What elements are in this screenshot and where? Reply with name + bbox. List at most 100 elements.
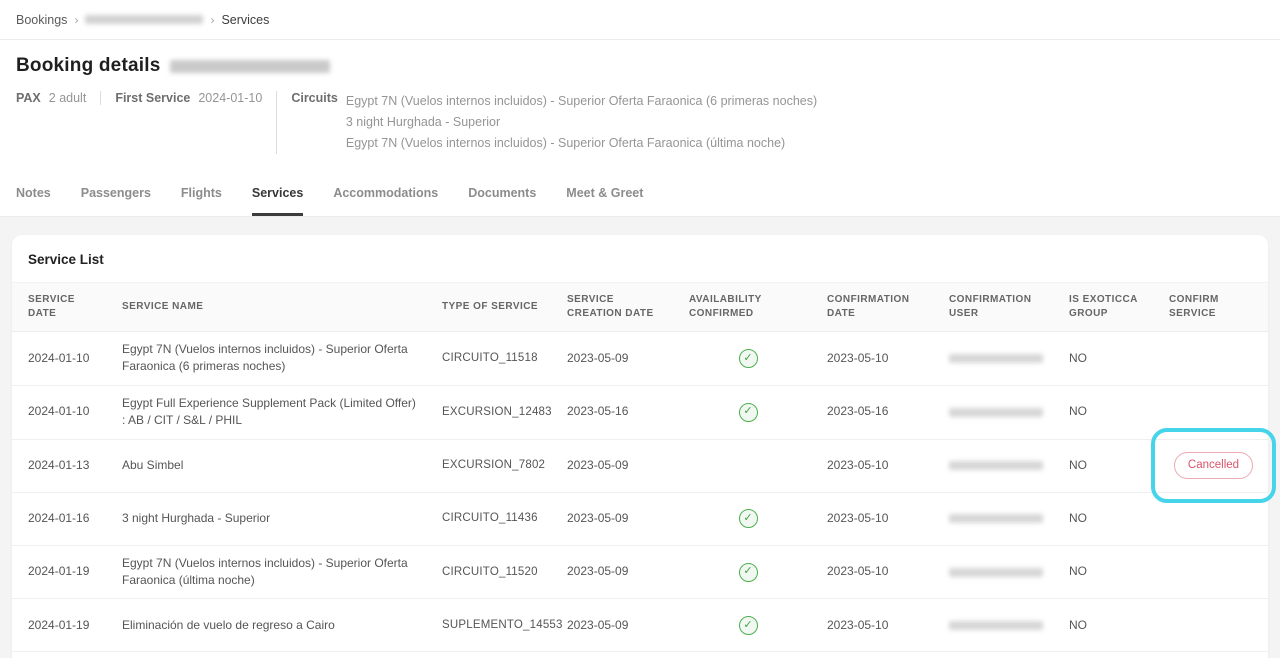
cell-type-of-service: CIRCUITO_11518 [432,332,557,386]
col-header-service-date: SERVICE DATE [12,283,112,332]
circuit-lines: Egypt 7N (Vuelos internos incluidos) - S… [346,91,817,154]
cell-confirmation-date: 2023-05-10 [817,599,939,652]
cell-type-of-service: CIRCUITO_11436 [432,492,557,545]
breadcrumb-booking-ref-redacted[interactable] [85,15,203,24]
cell-service-name: Abu Simbel [112,439,432,492]
cell-confirm-service [1159,492,1268,545]
table-header-row: SERVICE DATE SERVICE NAME TYPE OF SERVIC… [12,283,1268,332]
pax-value: 2 adult [49,91,87,105]
breadcrumb-services: Services [221,13,269,27]
tab-passengers[interactable]: Passengers [81,186,151,216]
service-row: 2024-01-16 3 night Hurghada - Superior C… [12,492,1268,545]
cell-availability-confirmed [679,439,817,492]
breadcrumb-separator-icon: › [74,13,78,27]
tab-accommodations[interactable]: Accommodations [333,186,438,216]
check-circle-icon [739,349,758,368]
check-circle-icon [739,616,758,635]
cell-service-creation-date: 2023-05-09 [557,439,679,492]
cell-service-creation-date: 2023-05-16 [557,385,679,439]
service-row: 2024-01-10 Egypt Full Experience Supplem… [12,385,1268,439]
cell-service-name: Egypt Full Experience Supplement Pack (L… [112,385,432,439]
cell-confirm-service: Cancelled [1159,439,1268,492]
cell-is-exoticca-group: NO [1059,439,1159,492]
cell-is-exoticca-group: NO [1059,599,1159,652]
cell-service-name: 3 night Hurghada - Superior [112,492,432,545]
cell-confirmation-date: 2023-05-10 [817,492,939,545]
cell-confirm-service [1159,545,1268,599]
cell-service-creation-date: 2023-05-09 [557,492,679,545]
cell-service-name: Egypt 7N (Vuelos internos incluidos) - S… [112,332,432,386]
cell-type-of-service: CIRCUITO_11520 [432,545,557,599]
cell-confirmation-user [939,545,1059,599]
confirmation-user-redacted [949,621,1043,630]
booking-meta: PAX 2 adult First Service 2024-01-10 Cir… [16,91,1264,154]
cell-availability-confirmed [679,599,817,652]
cell-type-of-service: SUPLEMENTO_14553 [432,599,557,652]
check-circle-icon [739,563,758,582]
service-list-title: Service List [12,235,1268,282]
check-circle-icon [739,403,758,422]
col-header-confirmation-date: CONFIRMATION DATE [817,283,939,332]
cell-confirmation-date: 2023-05-10 [817,332,939,386]
confirmation-user-redacted [949,354,1043,363]
booking-services-page: Bookings › › Services Booking details PA… [0,0,1280,658]
breadcrumb-separator-icon: › [210,13,214,27]
cell-is-exoticca-group: NO [1059,385,1159,439]
service-row: 2024-01-13 Abu Simbel EXCURSION_7802 202… [12,439,1268,492]
col-header-is-exoticca-group: IS EXOTICCA GROUP [1059,283,1159,332]
tab-notes[interactable]: Notes [16,186,51,216]
breadcrumb-bookings[interactable]: Bookings [16,13,67,27]
col-header-type-of-service: TYPE OF SERVICE [432,283,557,332]
col-header-service-name: SERVICE NAME [112,283,432,332]
col-header-availability-confirmed: AVAILABILITY CONFIRMED [679,283,817,332]
cell-confirmation-date: 2023-05-16 [817,385,939,439]
cell-availability-confirmed [679,545,817,599]
cell-service-date: 2024-01-19 [12,599,112,652]
booking-header: Booking details PAX 2 adult First Servic… [0,40,1280,172]
confirmation-user-redacted [949,461,1043,470]
cell-confirmation-user [939,332,1059,386]
cell-service-date: 2024-01-10 [12,332,112,386]
cell-is-exoticca-group: NO [1059,332,1159,386]
cell-service-creation-date: 2023-05-09 [557,332,679,386]
circuit-line: Egypt 7N (Vuelos internos incluidos) - S… [346,133,817,154]
col-header-service-creation-date: SERVICE CREATION DATE [557,283,679,332]
cell-confirm-service [1159,385,1268,439]
first-service-group: First Service 2024-01-10 [100,91,276,105]
tab-services[interactable]: Services [252,186,303,216]
service-row: 2024-01-10 Egypt 7N (Vuelos internos inc… [12,332,1268,386]
confirmation-user-redacted [949,408,1043,417]
first-service-value: 2024-01-10 [198,91,262,105]
cell-service-creation-date: 2023-05-09 [557,545,679,599]
cell-service-date: 2024-01-19 [12,545,112,599]
cell-service-date: 2024-01-10 [12,385,112,439]
cell-service-date: 2024-01-13 [12,439,112,492]
pax-group: PAX 2 adult [16,91,100,105]
circuits-label: Circuits [291,91,338,105]
page-title: Booking details [16,55,160,77]
tab-documents[interactable]: Documents [468,186,536,216]
first-service-label: First Service [115,91,190,105]
cell-service-creation-date: 2023-05-09 [557,599,679,652]
cell-type-of-service: EXCURSION_12483 [432,385,557,439]
cell-confirm-service [1159,332,1268,386]
cell-confirmation-user [939,492,1059,545]
cell-confirmation-date: 2023-05-10 [817,545,939,599]
confirmation-user-redacted [949,568,1043,577]
booking-reference-redacted [170,60,330,73]
cell-is-exoticca-group: NO [1059,545,1159,599]
cell-service-date: 2024-01-16 [12,492,112,545]
col-header-confirm-service: CONFIRM SERVICE [1159,283,1268,332]
confirmation-user-redacted [949,514,1043,523]
col-header-confirmation-user: CONFIRMATION USER [939,283,1059,332]
cell-confirmation-date: 2023-05-10 [817,439,939,492]
cell-type-of-service: EXCURSION_7802 [432,439,557,492]
cell-is-exoticca-group: NO [1059,492,1159,545]
service-row: 2024-01-19 Egypt 7N (Vuelos internos inc… [12,545,1268,599]
tab-meet-greet[interactable]: Meet & Greet [566,186,643,216]
tab-flights[interactable]: Flights [181,186,222,216]
circuit-line: Egypt 7N (Vuelos internos incluidos) - S… [346,91,817,112]
cell-confirmation-user [939,599,1059,652]
cell-availability-confirmed [679,332,817,386]
check-circle-icon [739,509,758,528]
